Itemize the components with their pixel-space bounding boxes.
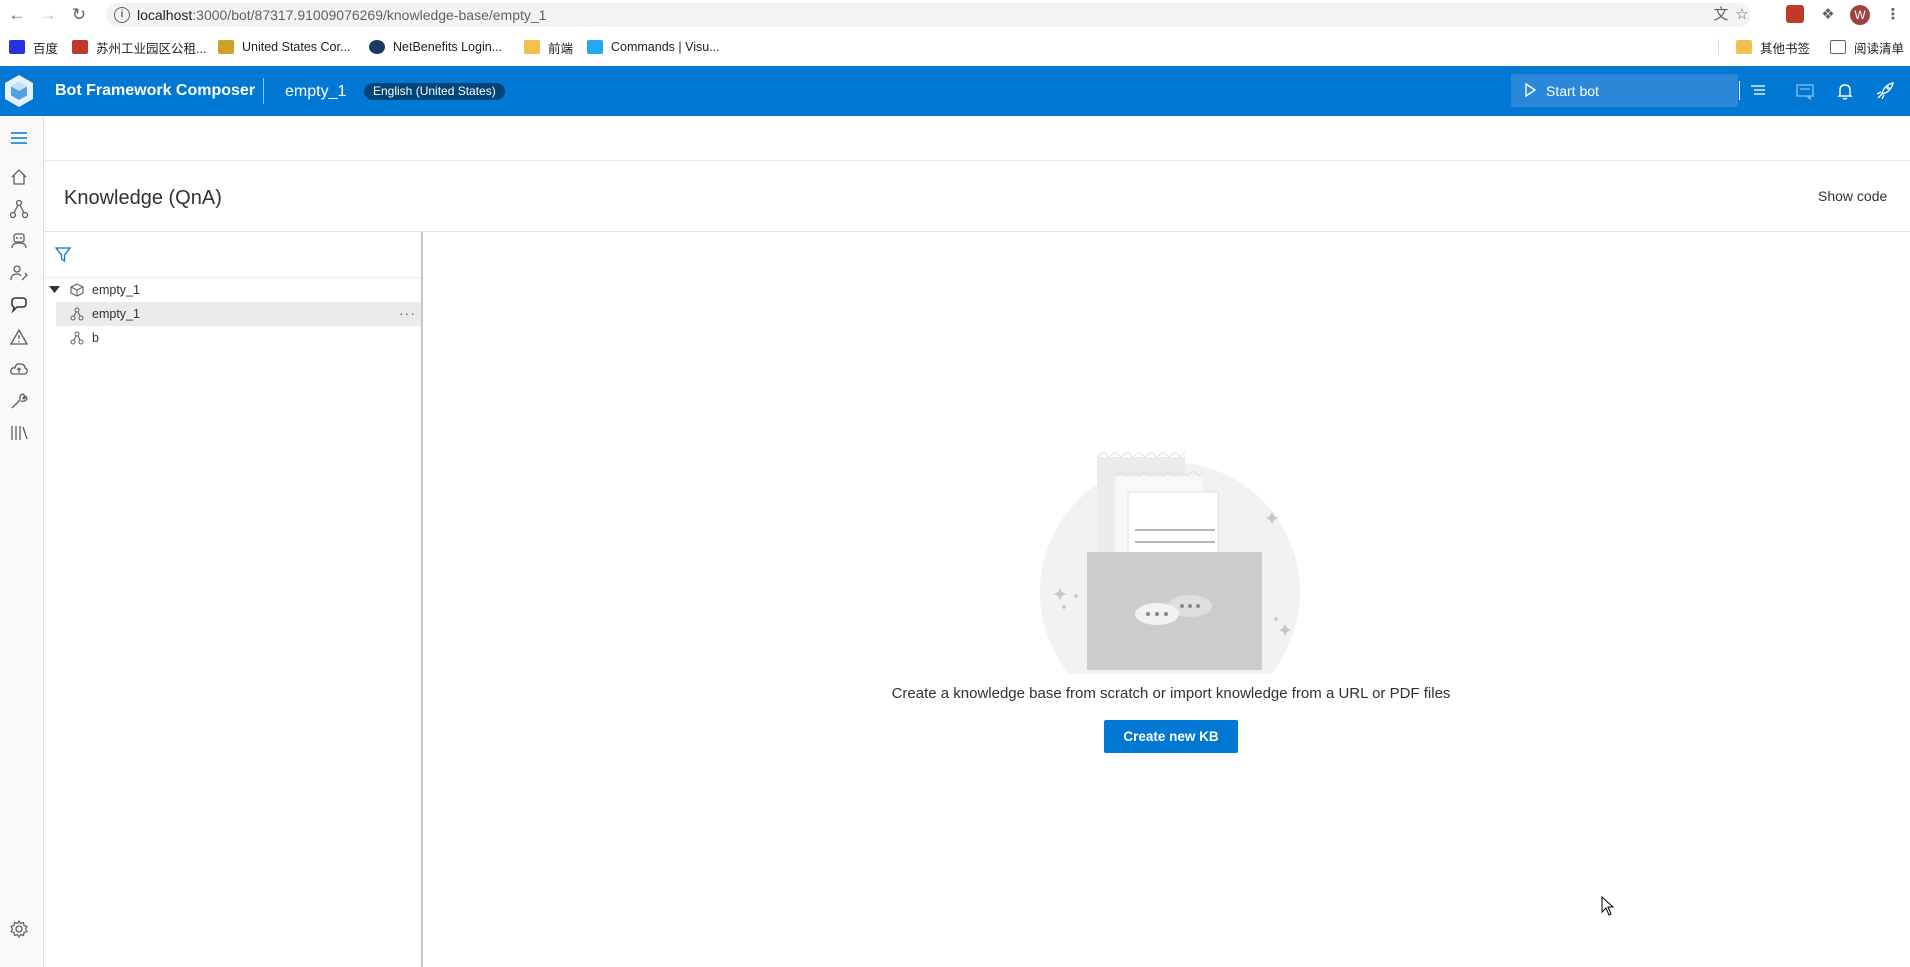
- url-text[interactable]: localhost:3000/bot/87317.91009076269/kno…: [137, 7, 546, 23]
- baidu-icon: [9, 40, 25, 54]
- start-bot-button[interactable]: Start bot: [1511, 74, 1765, 107]
- play-icon: [1525, 83, 1536, 97]
- settings-icon[interactable]: [8, 918, 30, 940]
- tree-root-label: empty_1: [92, 283, 140, 297]
- bot-icon: [70, 283, 84, 297]
- bot-name: empty_1: [285, 83, 347, 100]
- extension-icon[interactable]: [1786, 5, 1804, 23]
- tree-root-bot[interactable]: empty_1: [44, 278, 421, 302]
- forward-icon[interactable]: →: [37, 4, 59, 26]
- browser-menu-icon[interactable]: ⋮: [1883, 5, 1903, 25]
- chevron-down-icon[interactable]: [49, 284, 60, 295]
- dialog-icon: [70, 307, 84, 321]
- filter-icon[interactable]: [54, 246, 72, 264]
- vscode-icon: [587, 40, 603, 54]
- bookmark-folder[interactable]: 前端: [524, 38, 573, 56]
- bookmark-favicon: [369, 40, 385, 54]
- profile-avatar[interactable]: W: [1850, 5, 1870, 25]
- tree-item-b[interactable]: b: [56, 326, 421, 350]
- bot-list-icon[interactable]: [1749, 82, 1767, 98]
- other-bookmarks[interactable]: 其他书签: [1736, 38, 1810, 56]
- dialog-icon: [70, 331, 84, 345]
- design-icon[interactable]: [8, 198, 30, 220]
- back-icon[interactable]: ←: [6, 4, 28, 26]
- tree-item-empty-1[interactable]: empty_1 ···: [56, 302, 421, 326]
- reading-list[interactable]: 阅读清单: [1830, 38, 1904, 56]
- knowledge-base-illustration: [1040, 452, 1300, 674]
- app-title: Bot Framework Composer: [55, 82, 256, 99]
- create-new-kb-button[interactable]: Create new KB: [1104, 720, 1238, 753]
- project-tree: empty_1 empty_1 ··· b: [44, 232, 423, 967]
- bookmarks-divider: [1718, 39, 1719, 55]
- bookmark-item[interactable]: United States Cor...: [218, 38, 350, 56]
- browser-toolbar: ← → ↻ i localhost:3000/bot/87317.9100907…: [0, 0, 1910, 30]
- home-icon[interactable]: [8, 166, 30, 188]
- reading-list-icon: [1830, 40, 1846, 54]
- qna-icon[interactable]: [8, 294, 30, 316]
- page-title: Knowledge (QnA): [64, 187, 222, 209]
- locale-badge[interactable]: English (United States): [364, 83, 505, 100]
- browser-chrome: ← → ↻ i localhost:3000/bot/87317.9100907…: [0, 0, 1910, 66]
- publish-icon[interactable]: [8, 358, 30, 380]
- header-divider: [263, 78, 264, 104]
- bot-settings-icon[interactable]: [8, 390, 30, 412]
- empty-state-message: Create a knowledge base from scratch or …: [891, 685, 1451, 702]
- composer-logo-icon: [5, 75, 33, 107]
- bookmark-favicon: [72, 40, 88, 54]
- notification-bell-icon[interactable]: [1834, 80, 1856, 102]
- address-bar[interactable]: i localhost:3000/bot/87317.91009076269/k…: [106, 3, 1751, 27]
- show-code-toggle[interactable]: Show code: [1818, 188, 1887, 204]
- hamburger-icon[interactable]: [8, 127, 30, 149]
- start-bot-label: Start bot: [1546, 83, 1599, 99]
- bookmarks-bar: 百度 苏州工业园区公租... United States Cor... NetB…: [0, 34, 1910, 60]
- more-options-icon[interactable]: ···: [399, 305, 416, 321]
- extensions-puzzle-icon[interactable]: ❖: [1818, 5, 1838, 25]
- bookmark-item[interactable]: 百度: [9, 38, 58, 56]
- bookmark-item[interactable]: 苏州工业园区公租...: [72, 38, 206, 56]
- package-manager-icon[interactable]: [8, 422, 30, 444]
- publish-rocket-icon[interactable]: [1874, 80, 1896, 102]
- diagnostics-icon[interactable]: [8, 326, 30, 348]
- folder-icon: [1736, 40, 1752, 54]
- bookmark-item[interactable]: Commands | Visu...: [587, 38, 720, 56]
- bot-responses-icon[interactable]: [8, 230, 30, 252]
- reload-icon[interactable]: ↻: [68, 4, 90, 26]
- app-header: Bot Framework Composer empty_1 English (…: [0, 66, 1910, 116]
- translate-icon[interactable]: 文: [1711, 5, 1731, 25]
- site-info-icon[interactable]: i: [114, 7, 130, 23]
- tree-item-label: b: [92, 331, 99, 345]
- bookmark-star-icon[interactable]: ☆: [1732, 5, 1752, 25]
- mouse-cursor-icon: [1601, 896, 1615, 916]
- page-toolbar: [44, 116, 1910, 161]
- folder-icon: [524, 40, 540, 54]
- tree-item-label: empty_1: [92, 307, 140, 321]
- bookmark-favicon: [218, 40, 234, 54]
- bookmark-item[interactable]: NetBenefits Login...: [369, 38, 502, 56]
- user-input-icon[interactable]: [8, 262, 30, 284]
- web-chat-icon[interactable]: [1794, 80, 1816, 102]
- left-nav: [0, 116, 44, 967]
- start-bot-divider: [1739, 81, 1740, 100]
